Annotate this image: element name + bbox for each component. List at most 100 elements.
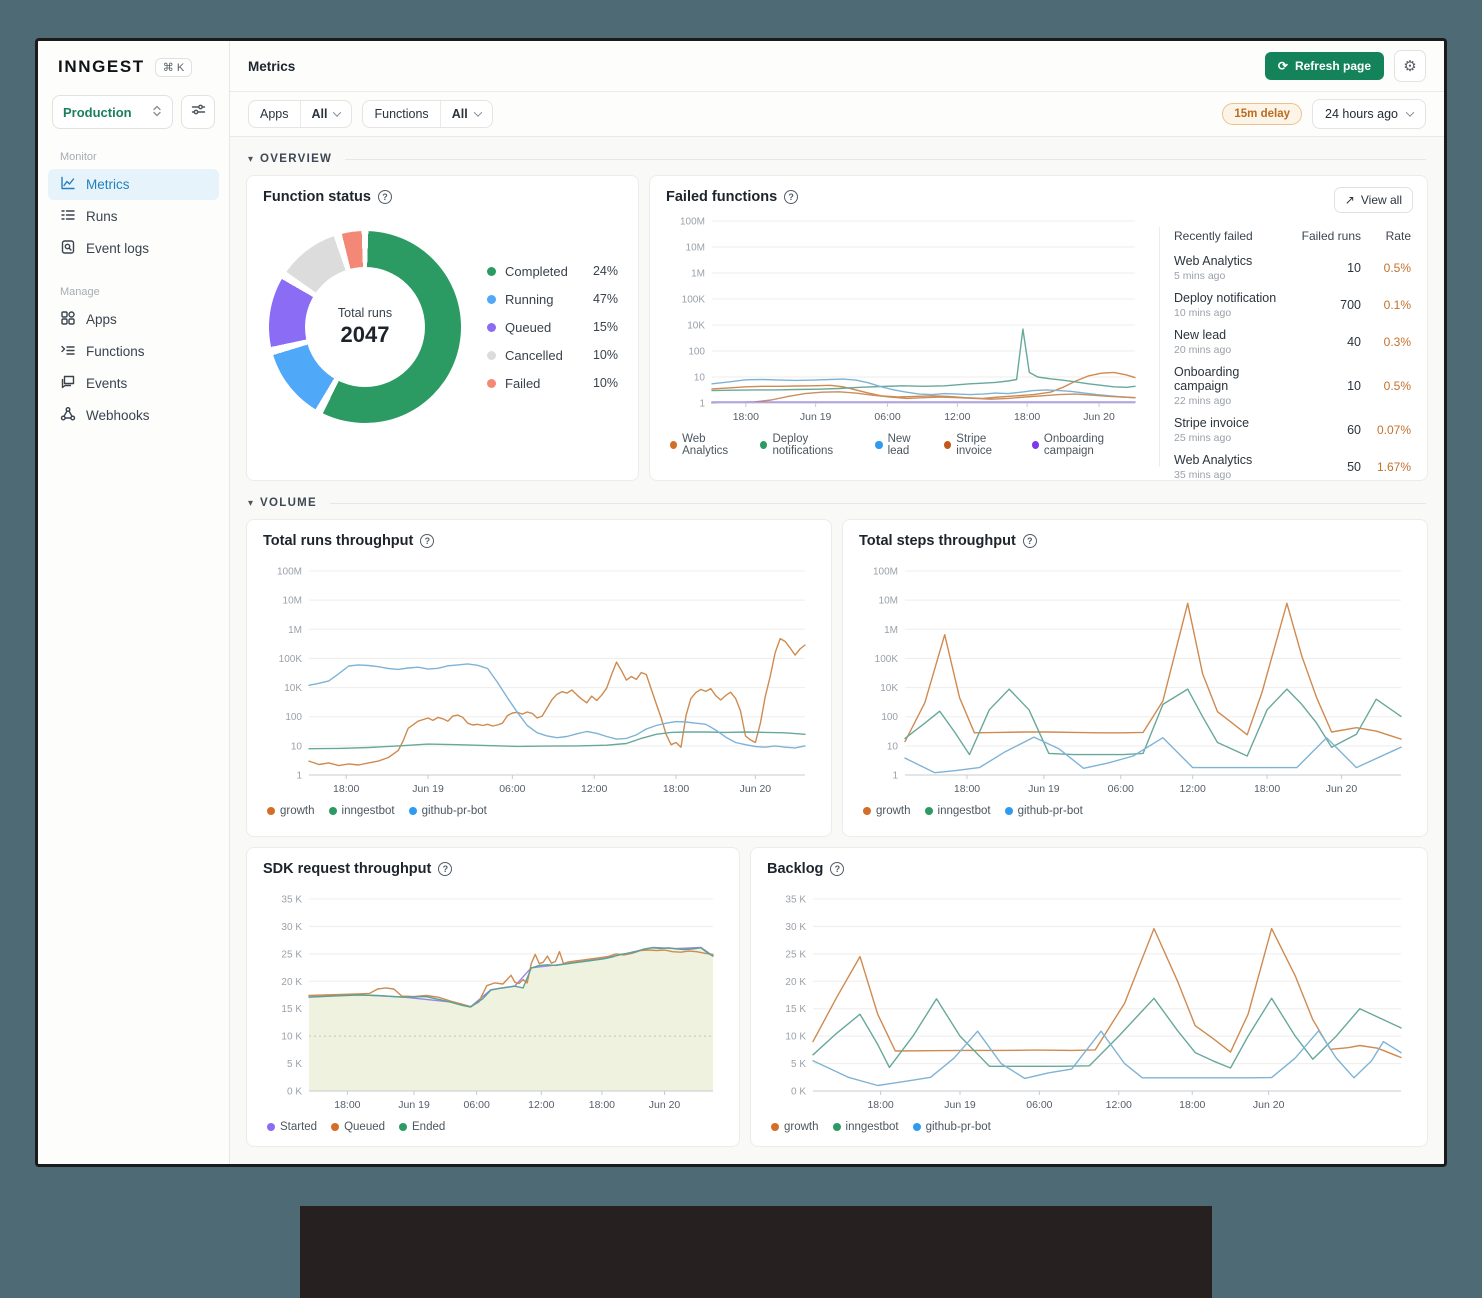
legend-label: Deploy notifications bbox=[772, 433, 834, 457]
legend-dot bbox=[328, 807, 337, 815]
total-runs-throughput-card: Total runs throughput ? 100M 10M 1M 100K 10K… bbox=[246, 519, 832, 837]
legend-label: Cancelled bbox=[505, 347, 563, 363]
svg-text:10K: 10K bbox=[687, 321, 705, 332]
failed-rate: 0.3% bbox=[1383, 335, 1411, 349]
svg-text:100: 100 bbox=[881, 712, 898, 723]
table-row[interactable]: New lead 20 mins ago 40 0.3% bbox=[1174, 324, 1411, 361]
legend-dot bbox=[863, 807, 871, 815]
svg-text:5 K: 5 K bbox=[287, 1059, 302, 1070]
legend-item: growth bbox=[267, 805, 315, 817]
table-row[interactable]: Stripe invoice 25 mins ago 60 0.07% bbox=[1174, 412, 1411, 449]
help-icon[interactable]: ? bbox=[1022, 534, 1037, 548]
volume-section-toggle[interactable]: ▾ VOLUME bbox=[248, 497, 1426, 509]
sidebar-item-metrics[interactable]: Metrics bbox=[48, 169, 219, 200]
legend-dot bbox=[912, 1123, 921, 1131]
legend-item: Deploy notifications bbox=[760, 433, 861, 457]
view-all-button[interactable]: ↗ View all bbox=[1333, 187, 1413, 213]
sidebar-item-functions[interactable]: Functions bbox=[48, 336, 219, 367]
apps-grid-icon bbox=[60, 310, 76, 329]
legend-label: Ended bbox=[412, 1121, 446, 1133]
svg-text:Jun 20: Jun 20 bbox=[649, 1099, 681, 1111]
legend-dot bbox=[1031, 441, 1039, 449]
app-window: INNGEST ⌘ K Production Monitor Metrics R… bbox=[35, 38, 1447, 1167]
function-status-legend-item: Completed 24% bbox=[487, 264, 618, 279]
sidebar-item-runs[interactable]: Runs bbox=[48, 201, 219, 232]
settings-button[interactable]: ⚙ bbox=[1394, 50, 1426, 82]
help-icon[interactable]: ? bbox=[420, 534, 435, 548]
help-icon[interactable]: ? bbox=[784, 190, 799, 204]
svg-text:18:00: 18:00 bbox=[334, 1099, 360, 1111]
sidebar-item-apps[interactable]: Apps bbox=[48, 304, 219, 335]
svg-text:30 K: 30 K bbox=[785, 922, 806, 933]
sidebar-item-label: Event logs bbox=[86, 241, 150, 256]
svg-text:20 K: 20 K bbox=[785, 977, 806, 988]
sidebar-item-events[interactable]: Events bbox=[48, 368, 219, 399]
chart-svg: 35 K 30 K 25 K 20 K 15 K 10 K 5 K 0 K 18:00 Jun 1… bbox=[785, 895, 1402, 1111]
svg-text:100K: 100K bbox=[682, 295, 706, 306]
environment-select[interactable]: Production bbox=[52, 95, 173, 129]
functions-filter-value: All bbox=[451, 107, 468, 121]
page-title: Metrics bbox=[248, 58, 296, 74]
sidebar-item-webhooks[interactable]: Webhooks bbox=[48, 400, 219, 431]
svg-text:Jun 20: Jun 20 bbox=[740, 783, 772, 795]
chevron-down-icon bbox=[473, 108, 482, 117]
legend-dot bbox=[760, 441, 768, 449]
svg-text:12:00: 12:00 bbox=[1180, 783, 1206, 795]
chevron-down-icon bbox=[1405, 108, 1415, 117]
arrow-up-right-icon: ↗ bbox=[1344, 193, 1355, 207]
legend-item: inngestbot bbox=[924, 805, 991, 817]
caret-down-icon: ▾ bbox=[248, 497, 254, 509]
table-row[interactable]: Deploy notification 10 mins ago 700 0.1% bbox=[1174, 287, 1411, 324]
function-name: Onboarding campaign bbox=[1174, 365, 1240, 393]
sidebar-item-event-logs[interactable]: Event logs bbox=[48, 233, 219, 264]
legend-label: Failed bbox=[505, 375, 541, 391]
sdk-request-throughput-card: SDK request throughput ? 35 K 30 K 25 K 20 … bbox=[246, 847, 740, 1147]
function-status-legend-item: Running 47% bbox=[487, 292, 618, 307]
svg-text:18:00: 18:00 bbox=[1014, 411, 1040, 423]
legend-label: Queued bbox=[505, 319, 552, 335]
svg-text:1M: 1M bbox=[288, 625, 302, 636]
svg-text:25 K: 25 K bbox=[785, 949, 806, 960]
events-bubble-icon bbox=[60, 374, 76, 393]
legend-item: inngestbot bbox=[328, 805, 395, 817]
table-row[interactable]: Web Analytics 35 mins ago 50 1.67% bbox=[1174, 449, 1411, 486]
legend-item: Stripe invoice bbox=[944, 433, 1018, 457]
help-icon[interactable]: ? bbox=[377, 190, 392, 204]
svg-text:1M: 1M bbox=[884, 625, 898, 636]
column-header: Failed runs bbox=[1301, 229, 1361, 243]
failed-time: 5 mins ago bbox=[1174, 270, 1226, 282]
topbar: Metrics ⟳ Refresh page ⚙ bbox=[230, 41, 1444, 92]
refresh-label: Refresh page bbox=[1294, 59, 1371, 73]
help-icon[interactable]: ? bbox=[830, 862, 845, 876]
column-header: Rate bbox=[1385, 229, 1411, 243]
legend-item: Web Analytics bbox=[670, 433, 746, 457]
svg-text:06:00: 06:00 bbox=[1108, 783, 1134, 795]
command-k-shortcut[interactable]: ⌘ K bbox=[154, 57, 193, 77]
legend-item: Started bbox=[267, 1121, 317, 1133]
time-range-select[interactable]: 24 hours ago bbox=[1312, 99, 1426, 129]
svg-text:Jun 19: Jun 19 bbox=[398, 1099, 430, 1111]
chart-svg: 100M 10M 1M 100K 10K 100 10 1 18:00 Jun 19 06:00 12… bbox=[277, 567, 806, 795]
svg-text:0 K: 0 K bbox=[791, 1087, 806, 1098]
inngest-logo: INNGEST bbox=[58, 57, 145, 76]
functions-filter[interactable]: Functions All bbox=[362, 100, 493, 128]
legend-item: Queued bbox=[331, 1121, 385, 1133]
svg-text:5 K: 5 K bbox=[791, 1059, 806, 1070]
legend-dot bbox=[944, 441, 952, 449]
legend-label: github-pr-bot bbox=[421, 805, 487, 817]
table-row[interactable]: Web Analytics 5 mins ago 10 0.5% bbox=[1174, 250, 1411, 287]
refresh-page-button[interactable]: ⟳ Refresh page bbox=[1264, 52, 1384, 80]
environment-filter-button[interactable] bbox=[181, 95, 215, 129]
legend-dot bbox=[399, 1123, 408, 1131]
legend-dot bbox=[487, 322, 496, 332]
legend-item: New lead bbox=[875, 433, 930, 457]
svg-text:100M: 100M bbox=[680, 217, 705, 228]
chevron-updown-icon bbox=[152, 105, 162, 120]
help-icon[interactable]: ? bbox=[438, 862, 453, 876]
failed-functions-title: Failed functions bbox=[666, 189, 778, 205]
svg-text:12:00: 12:00 bbox=[528, 1099, 554, 1111]
table-row[interactable]: Onboarding campaign 22 mins ago 10 0.5% bbox=[1174, 361, 1411, 412]
sidebar-item-label: Runs bbox=[86, 209, 118, 224]
apps-filter[interactable]: Apps All bbox=[248, 100, 353, 128]
overview-section-toggle[interactable]: ▾ OVERVIEW bbox=[248, 153, 1426, 165]
